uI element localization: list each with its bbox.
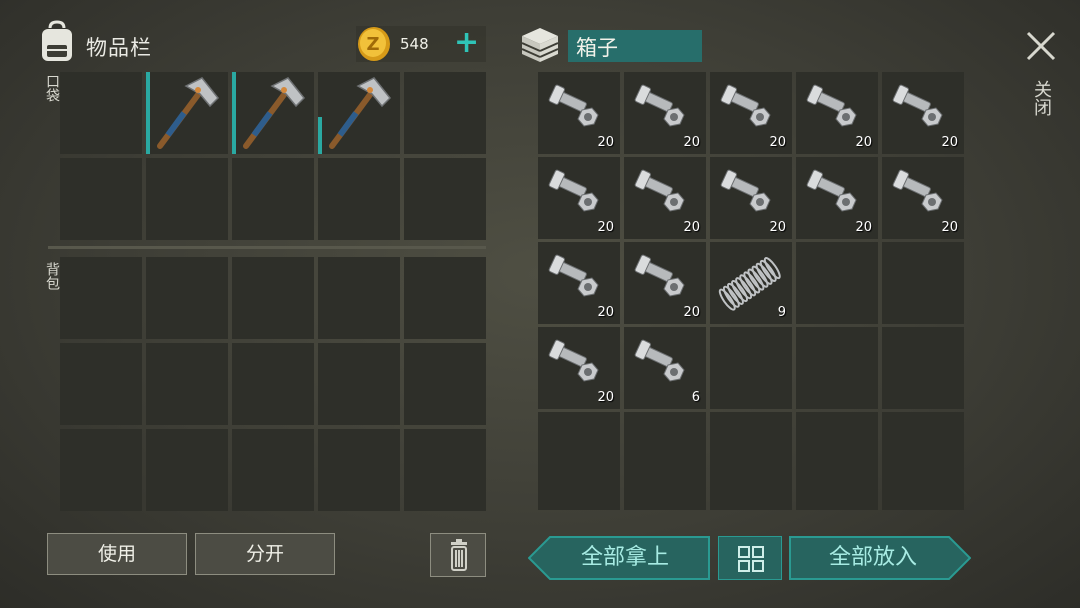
box-slot[interactable] [796,327,878,409]
grid-button[interactable] [718,536,782,580]
box-slot[interactable]: 20 [796,157,878,239]
backpack-slot[interactable] [318,343,400,425]
item-quantity: 20 [683,220,700,235]
backpack-slot[interactable] [318,429,400,511]
trash-button[interactable] [430,533,486,577]
backpack-slot[interactable] [60,343,142,425]
svg-text:Z: Z [366,34,379,55]
pocket-slot[interactable] [146,72,228,154]
box-title: 箱子 [568,30,702,62]
item-quantity: 20 [769,220,786,235]
box-slot-partial [882,494,964,510]
box-slot[interactable] [796,242,878,324]
durability-bar [318,117,322,154]
box-slot[interactable]: 20 [710,72,792,154]
item-quantity: 20 [855,135,872,150]
durability-bar [146,72,150,154]
box-slot[interactable] [882,242,964,324]
box-slot[interactable] [882,327,964,409]
use-button[interactable]: 使用 [47,533,187,575]
box-slot[interactable] [710,412,792,494]
pocket-label: 口袋 [44,74,60,102]
pocket-slot[interactable] [146,158,228,240]
item-quantity: 20 [683,305,700,320]
coin-count: 548 [400,35,429,53]
item-quantity: 20 [597,135,614,150]
box-slot[interactable]: 20 [882,157,964,239]
inventory-title: 物品栏 [86,36,152,60]
backpack-slot[interactable] [146,429,228,511]
pocket-slot[interactable] [232,72,314,154]
pickaxe-icon [157,77,220,149]
pocket-slot[interactable] [318,72,400,154]
take-all-button[interactable]: 全部拿上 [540,536,710,580]
pickaxe-icon [329,77,392,149]
box-slot[interactable]: 20 [538,327,620,409]
pocket-slot[interactable] [60,72,142,154]
item-quantity: 20 [855,220,872,235]
box-slot-partial [538,494,620,510]
box-slot[interactable]: 6 [624,327,706,409]
trash-icon [451,539,467,571]
box-slot[interactable]: 20 [710,157,792,239]
box-slot[interactable]: 20 [538,157,620,239]
item-quantity: 20 [941,135,958,150]
pocket-slot[interactable] [232,158,314,240]
item-quantity: 20 [683,135,700,150]
item-quantity: 20 [597,305,614,320]
backpack-slot[interactable] [232,257,314,339]
item-quantity: 6 [691,390,700,405]
backpack-slot[interactable] [60,257,142,339]
backpack-slot[interactable] [318,257,400,339]
item-quantity: 20 [941,220,958,235]
box-slot-partial [710,494,792,510]
box-slot[interactable]: 20 [882,72,964,154]
box-slot[interactable] [538,412,620,494]
backpack-label: 背包 [44,262,60,290]
backpack-slot[interactable] [60,429,142,511]
backpack-slot[interactable] [232,343,314,425]
plus-icon[interactable]: + [454,28,479,58]
grid-icon [738,546,764,572]
box-slot[interactable] [882,412,964,494]
backpack-slot[interactable] [232,429,314,511]
box-icon [521,28,559,62]
box-slot[interactable]: 20 [538,72,620,154]
box-slot[interactable]: 9 [710,242,792,324]
backpack-icon [42,20,72,61]
box-slot[interactable]: 20 [624,242,706,324]
item-quantity: 20 [769,135,786,150]
box-slot-partial [796,494,878,510]
coin-icon: Z [358,27,390,61]
backpack-slot[interactable] [404,429,486,511]
split-button[interactable]: 分开 [195,533,335,575]
box-slot[interactable] [796,412,878,494]
pocket-slot[interactable] [404,72,486,154]
close-label[interactable]: 关闭 [1030,80,1052,116]
item-quantity: 20 [597,220,614,235]
box-slot-partial [624,494,706,510]
box-slot[interactable] [624,412,706,494]
box-slot[interactable] [710,327,792,409]
box-slot[interactable]: 20 [624,72,706,154]
pickaxe-icon [243,77,306,149]
backpack-slot[interactable] [404,343,486,425]
item-quantity: 9 [777,305,786,320]
item-quantity: 20 [597,390,614,405]
pocket-slot[interactable] [60,158,142,240]
box-slot[interactable]: 20 [538,242,620,324]
put-all-button[interactable]: 全部放入 [789,536,957,580]
backpack-slot[interactable] [146,343,228,425]
durability-bar [232,72,236,154]
pocket-slot[interactable] [318,158,400,240]
box-slot[interactable]: 20 [624,157,706,239]
section-divider [48,246,486,249]
backpack-slot[interactable] [404,257,486,339]
close-icon[interactable] [1022,28,1060,64]
box-slot[interactable]: 20 [796,72,878,154]
backpack-slot[interactable] [146,257,228,339]
pocket-slot[interactable] [404,158,486,240]
